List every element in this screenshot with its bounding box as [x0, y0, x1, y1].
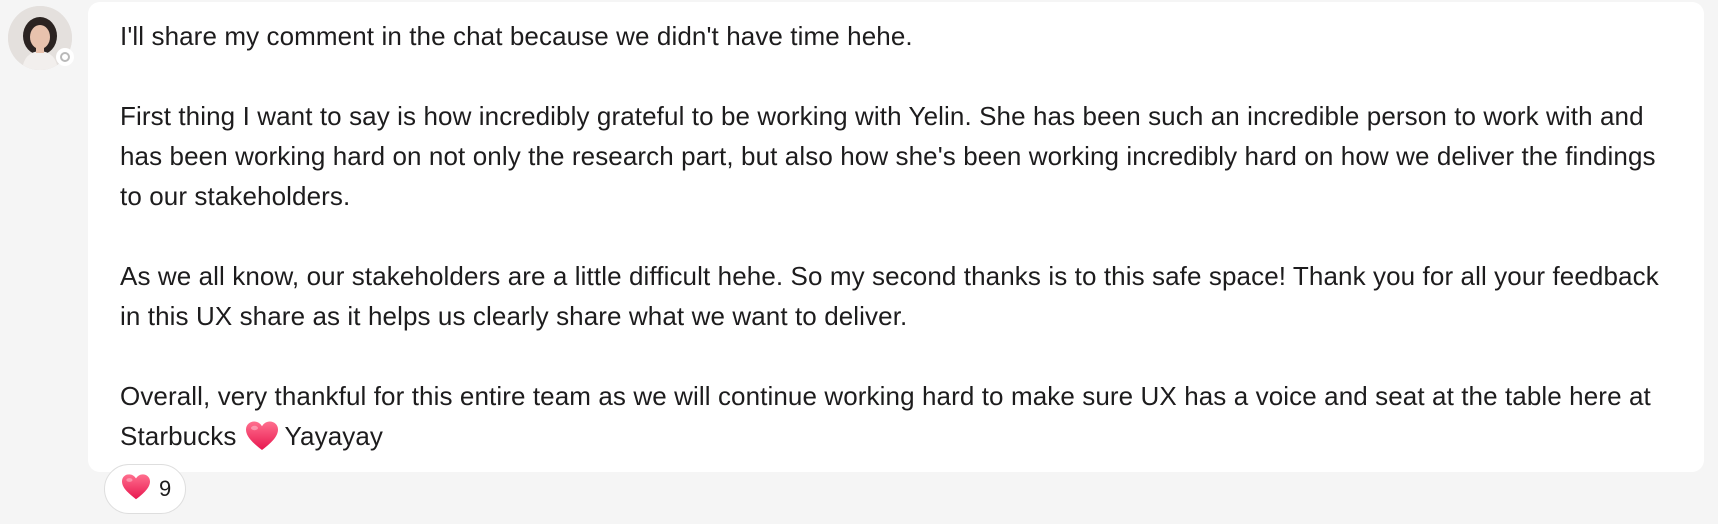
author-avatar[interactable] — [8, 6, 74, 70]
heart-reaction-button[interactable]: 9 — [104, 464, 187, 514]
status-away-icon — [60, 52, 70, 62]
message-paragraph-2: First thing I want to say is how incredi… — [120, 101, 1656, 211]
presence-indicator — [56, 48, 74, 66]
message-paragraph-4-suffix: Yayayay — [284, 421, 384, 451]
reaction-count: 9 — [159, 476, 172, 501]
message-paragraph-3: As we all know, our stakeholders are a l… — [120, 261, 1659, 331]
heart-icon — [121, 473, 151, 506]
message-paragraph-4: Overall, very thankful for this entire t… — [120, 376, 1672, 463]
message-bubble: I'll share my comment in the chat becaus… — [88, 2, 1704, 472]
heart-icon — [245, 420, 279, 463]
message-paragraph-1: I'll share my comment in the chat becaus… — [120, 21, 913, 51]
